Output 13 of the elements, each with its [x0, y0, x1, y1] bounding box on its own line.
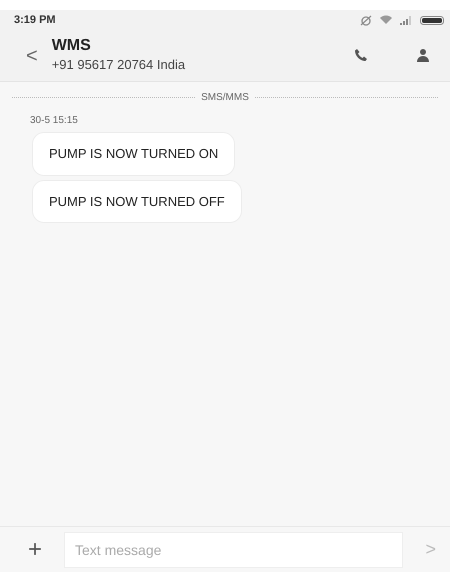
phone-number: +91 95617 20764 India [52, 56, 186, 74]
message-field[interactable]: Text message [64, 532, 404, 568]
contact-name: WMS [52, 36, 92, 55]
signal-icon [400, 16, 412, 24]
add-button[interactable]: + [28, 538, 42, 562]
wifi-icon [380, 15, 392, 25]
status-time: 3:19 PM [14, 12, 56, 28]
message-bubble: PUMP IS NOW TURNED ON [32, 132, 236, 176]
channel-label: SMS/MMS [201, 91, 249, 105]
back-button[interactable]: < [26, 46, 38, 66]
message-timestamp: 30-5 15:15 [30, 114, 79, 128]
message-bubble: PUMP IS NOW TURNED OFF [32, 180, 242, 223]
battery-icon [420, 16, 444, 24]
